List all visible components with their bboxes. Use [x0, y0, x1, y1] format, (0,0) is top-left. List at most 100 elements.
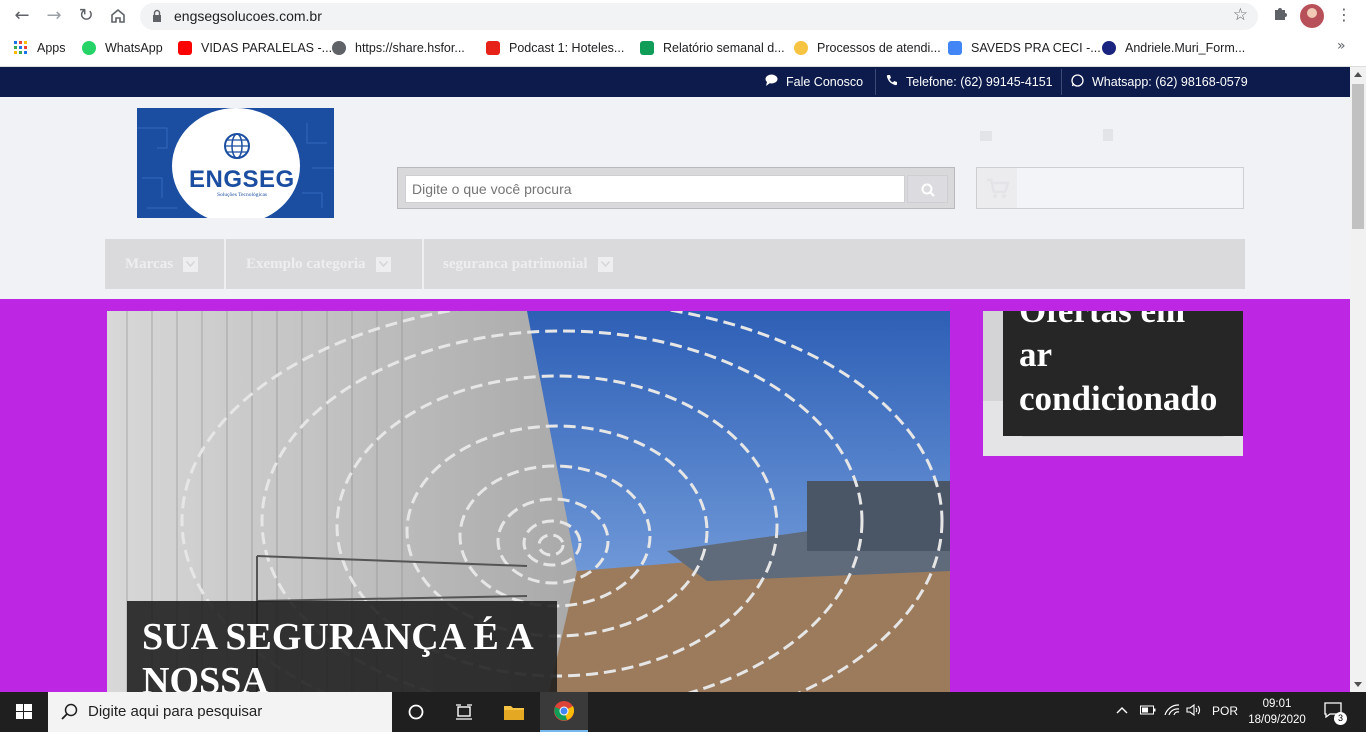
scrollbar-thumb[interactable]	[1352, 84, 1364, 229]
chrome-icon	[554, 701, 575, 721]
windows-logo-icon	[16, 704, 32, 719]
phone-link[interactable]: Telefone: (62) 99145-4151	[886, 74, 1053, 89]
globe-icon	[224, 133, 250, 159]
chevron-down-icon	[597, 256, 613, 272]
whatsapp-icon	[82, 41, 96, 55]
bookmarks-bar: Apps WhatsApp VIDAS PARALELAS -... https…	[0, 35, 1366, 61]
task-view-icon	[456, 704, 472, 720]
engseg-logo[interactable]: ENGSEG Soluções Tecnológicas	[137, 108, 334, 218]
menu-dots-icon[interactable]: ⋮	[1336, 5, 1352, 24]
offers-banner-title: Ofertas em ar condicionado	[1019, 311, 1243, 421]
nav-item-seguranca-patrimonial[interactable]: seguranca patrimonial	[443, 239, 613, 289]
hero-banner-caption: SUA SEGURANÇA É A NOSSA	[127, 601, 557, 692]
sheets-icon	[640, 41, 654, 55]
nav-label: seguranca patrimonial	[443, 255, 588, 272]
address-bar[interactable]: engsegsolucoes.com.br ☆	[140, 3, 1258, 30]
nav-item-exemplo-categoria[interactable]: Exemplo categoria	[246, 239, 391, 289]
bookmark-saveds[interactable]: SAVEDS PRA CECI -...	[948, 38, 1101, 58]
bookmark-label: SAVEDS PRA CECI -...	[971, 41, 1101, 55]
nav-item-marcas[interactable]: Marcas	[125, 239, 199, 289]
extensions-icon[interactable]	[1272, 5, 1288, 25]
web-page: Fale Conosco Telefone: (62) 99145-4151 W…	[0, 67, 1350, 692]
battery-icon[interactable]	[1140, 704, 1156, 718]
docs-icon	[948, 41, 962, 55]
chrome-taskbar-button[interactable]	[540, 692, 588, 732]
profile-avatar[interactable]	[1300, 4, 1324, 28]
podcast-icon	[486, 41, 500, 55]
bookmark-share-hsfor[interactable]: https://share.hsfor...	[332, 38, 465, 58]
bookmark-processos[interactable]: Processos de atendi...	[794, 38, 941, 58]
browser-chrome: ← → ↻ engsegsolucoes.com.br ☆ ⋮ Apps Wha…	[0, 0, 1366, 67]
chevron-down-icon	[183, 256, 199, 272]
hero-banner-title: SUA SEGURANÇA É A NOSSA	[142, 616, 532, 692]
bookmark-relatorio[interactable]: Relatório semanal d...	[640, 38, 785, 58]
user-icon[interactable]	[1103, 129, 1113, 141]
back-icon[interactable]: ←	[10, 4, 34, 28]
logo-circle	[172, 108, 300, 218]
category-nav: Marcas Exemplo categoria seguranca patri…	[105, 239, 1245, 289]
scroll-down-icon[interactable]	[1354, 682, 1362, 687]
chat-bubble-icon	[765, 74, 778, 89]
folder-icon	[504, 706, 524, 720]
bookmark-star-icon[interactable]: ☆	[1233, 5, 1248, 25]
bookmark-whatsapp[interactable]: WhatsApp	[82, 38, 163, 58]
home-icon[interactable]	[106, 4, 130, 28]
bookmark-andriele[interactable]: Andriele.Muri_Form...	[1102, 38, 1245, 58]
action-center-button[interactable]: 3	[1322, 700, 1347, 725]
search-bar	[397, 167, 955, 209]
tray-overflow-icon[interactable]	[1116, 704, 1128, 718]
bookmark-podcast[interactable]: Podcast 1: Hoteles...	[486, 38, 624, 58]
bookmark-label: Podcast 1: Hoteles...	[509, 41, 625, 55]
clock-time: 09:01	[1262, 698, 1292, 710]
cortana-circle-icon	[408, 704, 424, 720]
account-icon[interactable]	[980, 131, 992, 141]
page-scrollbar[interactable]	[1350, 67, 1366, 692]
forward-icon[interactable]: →	[42, 4, 66, 28]
wifi-icon[interactable]	[1164, 704, 1180, 719]
offers-line-2: ar	[1019, 335, 1053, 374]
nav-label: Exemplo categoria	[246, 255, 366, 272]
start-button[interactable]	[0, 692, 48, 732]
offers-line-1: Ofertas em	[1019, 311, 1243, 333]
notification-count: 3	[1334, 712, 1347, 725]
clock-date: 18/09/2020	[1248, 714, 1306, 726]
world-icon	[1102, 41, 1116, 55]
taskbar-search[interactable]: Digite aqui para pesquisar	[48, 692, 392, 732]
bookmarks-overflow-icon[interactable]: »	[1337, 38, 1346, 54]
fale-conosco-label: Fale Conosco	[786, 74, 864, 89]
cortana-button[interactable]	[392, 692, 440, 732]
nav-divider	[224, 239, 226, 289]
file-explorer-button[interactable]	[490, 692, 538, 732]
url-text: engsegsolucoes.com.br	[174, 8, 322, 24]
scroll-up-icon[interactable]	[1354, 72, 1362, 77]
topbar-divider	[875, 69, 876, 95]
bookmark-label: Relatório semanal d...	[663, 41, 785, 55]
handshake-icon	[794, 41, 808, 55]
bookmark-label: Processos de atendi...	[817, 41, 941, 55]
bookmark-vidas-paralelas[interactable]: VIDAS PARALELAS -...	[178, 38, 332, 58]
bookmark-label: Apps	[37, 41, 66, 55]
whatsapp-link[interactable]: Whatsapp: (62) 98168-0579	[1071, 74, 1248, 90]
offers-banner[interactable]: Ofertas em ar condicionado	[983, 311, 1243, 456]
volume-icon[interactable]	[1186, 703, 1202, 719]
bookmark-apps[interactable]: Apps	[14, 38, 66, 58]
search-icon	[61, 703, 78, 720]
reload-icon[interactable]: ↻	[74, 4, 98, 28]
search-input[interactable]	[405, 175, 905, 203]
cart-icon	[977, 168, 1017, 208]
whatsapp-label: Whatsapp: (62) 98168-0579	[1092, 75, 1248, 89]
search-button[interactable]	[907, 175, 948, 203]
windows-taskbar: Digite aqui para pesquisar POR 09:01 18/…	[0, 692, 1366, 732]
fale-conosco-link[interactable]: Fale Conosco	[765, 74, 863, 89]
task-view-button[interactable]	[440, 692, 488, 732]
whatsapp-outline-icon	[1071, 74, 1084, 90]
bookmark-label: WhatsApp	[105, 41, 163, 55]
cart-widget[interactable]	[976, 167, 1244, 209]
contact-topbar: Fale Conosco Telefone: (62) 99145-4151 W…	[0, 67, 1350, 97]
taskbar-clock[interactable]: 09:01 18/09/2020	[1244, 696, 1310, 728]
logo-tagline: Soluções Tecnológicas	[217, 192, 268, 198]
bookmark-label: VIDAS PARALELAS -...	[201, 41, 333, 55]
bookmark-label: Andriele.Muri_Form...	[1125, 41, 1246, 55]
logo-brand: ENGSEG	[189, 166, 295, 193]
language-indicator[interactable]: POR	[1212, 704, 1238, 718]
